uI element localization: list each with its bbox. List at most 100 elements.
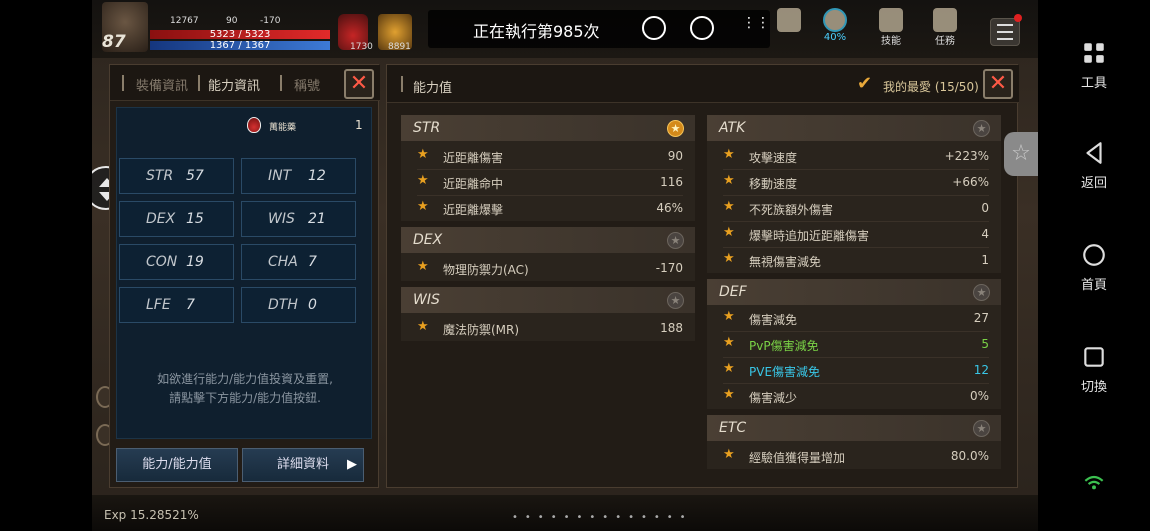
star-icon: ★ — [723, 447, 735, 462]
skill-label: 技能 — [881, 36, 901, 47]
bag-button[interactable] — [772, 8, 806, 48]
back-button[interactable]: 返回 — [1038, 140, 1150, 191]
section-etc: ETC ★ ★ 經驗值獲得量增加 80.0% — [707, 415, 1001, 469]
quest-button[interactable]: 任務 — [928, 8, 962, 48]
switch-button[interactable]: 切換 — [1038, 344, 1150, 395]
favorite-star-icon[interactable]: ★ — [973, 420, 990, 437]
favorites-count[interactable]: 我的最愛 (15/50) — [883, 78, 979, 95]
tools-button[interactable]: 工具 — [1038, 40, 1150, 91]
section-title: WIS — [401, 287, 695, 313]
row-label: 移動速度 — [749, 177, 798, 191]
stat-key: CHA — [268, 254, 298, 270]
skill-button[interactable]: 技能 — [874, 8, 908, 48]
favorite-star-icon[interactable]: ★ — [667, 232, 684, 249]
section-def: DEF ★ ★ 傷害減免 27 ★ PvP傷害減免 5 ★ PVE傷害減免 12 ★ 傷害減少… — [707, 279, 1001, 409]
elixir-icon — [247, 117, 261, 133]
star-icon: ★ — [723, 387, 735, 402]
quest-icon — [933, 8, 957, 32]
favorite-star-icon[interactable]: ★ — [973, 284, 990, 301]
tab-ability[interactable]: 能力資訊 — [208, 75, 260, 94]
side-favorite-button[interactable]: ☆ — [1004, 132, 1038, 176]
row-value: 27 — [973, 311, 989, 325]
star-icon: ★ — [723, 335, 735, 350]
star-icon: ★ — [723, 309, 735, 324]
tab-equipment[interactable]: 裝備資訊 — [136, 75, 188, 94]
notification-dot — [1014, 14, 1022, 22]
tab-separator — [122, 75, 124, 91]
stat-con: CON 19 — [119, 244, 234, 280]
page-dots: •••••••••••••• — [512, 512, 693, 523]
back-label: 返回 — [1080, 176, 1107, 191]
stat-b-value: -170 — [260, 16, 281, 26]
stat-key: WIS — [268, 211, 295, 227]
pause-button[interactable] — [642, 16, 666, 40]
row-value: 4 — [981, 227, 989, 241]
list-item: ★ 近距離傷害 90 — [401, 143, 695, 169]
star-icon: ★ — [417, 199, 429, 214]
stat-key: INT — [268, 168, 292, 184]
info-tabs: 裝備資訊 能力資訊 稱號 ✕ — [110, 65, 380, 101]
star-icon: ★ — [723, 251, 735, 266]
section-wis: WIS ★ ★ 魔法防禦(MR) 188 — [401, 287, 695, 341]
section-title: STR — [401, 115, 695, 141]
star-icon: ★ — [723, 361, 735, 376]
stat-value: 21 — [308, 211, 326, 227]
close-right-button[interactable]: ✕ — [983, 69, 1013, 99]
stat-value: 15 — [186, 211, 204, 227]
panel-title: 能力值 — [413, 81, 453, 96]
list-item: ★ 攻擊速度 +223% — [707, 143, 1001, 169]
play-icon: ▶ — [347, 457, 357, 472]
star-icon: ★ — [417, 173, 429, 188]
home-label: 首頁 — [1080, 278, 1107, 293]
stat-value: 0 — [308, 297, 317, 313]
quest-label: 任務 — [935, 36, 955, 47]
section-str: STR ★ ★ 近距離傷害 90 ★ 近距離命中 116 ★ 近距離爆擊 46% — [401, 115, 695, 221]
hp-text: 5323 / 5323 — [209, 29, 271, 40]
stat-value: 19 — [186, 254, 204, 270]
list-item: ★ PVE傷害減免 12 — [707, 357, 1001, 383]
row-label: 魔法防禦(MR) — [443, 323, 520, 337]
wifi-icon — [1084, 475, 1104, 490]
potion-slot-2-count: 8891 — [388, 42, 411, 52]
info-line: 請點擊下方能力/能力值按鈕. — [169, 391, 321, 405]
checkmark-icon: ✔ — [857, 73, 873, 94]
stat-str: STR 57 — [119, 158, 234, 194]
row-value: 116 — [660, 175, 683, 189]
star-icon: ★ — [417, 259, 429, 274]
row-label: 不死族額外傷害 — [749, 203, 834, 217]
section-atk: ATK ★ ★ 攻擊速度 +223% ★ 移動速度 +66% ★ 不死族額外傷害 0 ★ 爆擊… — [707, 115, 1001, 273]
detail-button[interactable]: 詳細資料 ▶ — [242, 448, 364, 482]
stat-wis: WIS 21 — [241, 201, 356, 237]
wifi-indicator — [1038, 470, 1150, 502]
favorite-star-icon[interactable]: ★ — [667, 120, 684, 137]
ability-values-header: 能力值 ✔ 我的最愛 (15/50) ✕ — [387, 65, 1019, 103]
stat-value: 57 — [186, 168, 204, 184]
home-button[interactable]: 首頁 — [1038, 242, 1150, 293]
hp-bar: 5323 / 5323 — [150, 29, 330, 40]
ability-points-button[interactable]: 能力/能力值 — [116, 448, 238, 482]
list-item: ★ 移動速度 +66% — [707, 169, 1001, 195]
drag-handle[interactable]: ⋮⋮ — [742, 16, 770, 38]
row-value: +66% — [952, 175, 989, 189]
favorite-star-icon[interactable]: ★ — [667, 292, 684, 309]
auto-run-text: 正在執行第985次 — [473, 22, 600, 41]
scroll-button[interactable]: 40% — [818, 8, 852, 48]
exp-label: Exp 15.28521% — [104, 508, 199, 522]
stop-button[interactable] — [690, 16, 714, 40]
row-label: 爆擊時追加近距離傷害 — [749, 229, 870, 243]
skill-icon — [879, 8, 903, 32]
tab-title[interactable]: 稱號 — [294, 75, 320, 94]
top-hud: 87 12767 90 -170 5323 / 5323 1367 / 1367… — [92, 0, 1038, 58]
section-title: DEX — [401, 227, 695, 253]
list-item: ★ 近距離爆擊 46% — [401, 195, 695, 221]
favorite-star-icon[interactable]: ★ — [973, 120, 990, 137]
stat-a-value: 90 — [226, 16, 238, 26]
stat-cha: CHA 7 — [241, 244, 356, 280]
row-value: 46% — [656, 201, 683, 215]
menu-button[interactable] — [990, 18, 1020, 46]
star-icon: ★ — [723, 199, 735, 214]
list-item: ★ 傷害減免 27 — [707, 305, 1001, 331]
close-left-button[interactable]: ✕ — [344, 69, 374, 99]
section-dex: DEX ★ ★ 物理防禦力(AC) -170 — [401, 227, 695, 281]
row-value: 0% — [969, 389, 989, 403]
